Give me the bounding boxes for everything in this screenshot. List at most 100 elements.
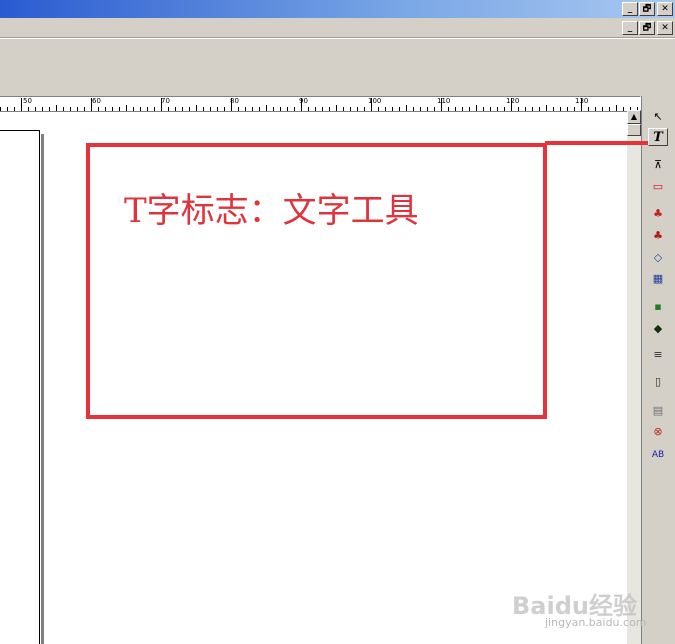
ruler-tick — [154, 107, 155, 111]
ruler-tick — [525, 107, 526, 111]
ruler-tick — [217, 107, 218, 111]
ruler-tick — [434, 107, 435, 111]
ruler-tick — [252, 107, 253, 111]
ruler-tick — [308, 107, 309, 111]
ruler-tick — [483, 107, 484, 111]
ruler-label: 100 — [368, 97, 382, 105]
ruler-tick — [49, 107, 50, 111]
ruler-tick — [567, 107, 568, 111]
ruler-tick — [588, 107, 589, 111]
ruler-tick — [42, 107, 43, 111]
page-shadow — [41, 134, 44, 644]
ruler-tick — [560, 107, 561, 111]
ruler-tick — [350, 107, 351, 111]
color-grid-icon[interactable]: ▪ — [648, 298, 668, 316]
watermark-url: jingyan.baidu.com — [545, 616, 647, 629]
table-tool-icon[interactable]: ▦ — [648, 270, 668, 288]
scroll-up-button[interactable]: ▲ — [627, 110, 641, 124]
ruler-tick — [287, 107, 288, 111]
fruit-tool-icon-2[interactable]: ♣ — [648, 227, 668, 245]
ruler-tick — [546, 105, 547, 111]
ruler-tick — [574, 107, 575, 111]
minimize-button[interactable]: _ — [622, 2, 638, 16]
ruler-tick — [126, 105, 127, 111]
ruler-tick — [210, 107, 211, 111]
vertical-scrollbar[interactable] — [627, 110, 641, 644]
fill-tool-icon[interactable]: ◆ — [648, 320, 668, 338]
doc-restore-button[interactable]: 🗗 — [639, 21, 655, 35]
pointer-tool-icon[interactable]: ↖ — [648, 108, 668, 126]
scroll-thumb[interactable] — [627, 124, 641, 136]
ruler-tick — [133, 107, 134, 111]
ruler-tick — [259, 107, 260, 111]
ruler-tick — [595, 107, 596, 111]
ruler-tick — [140, 107, 141, 111]
ruler-tick — [497, 107, 498, 111]
ruler-tick — [476, 105, 477, 111]
frame-tool-icon[interactable]: ▭ — [648, 178, 668, 196]
crop-tool-icon[interactable]: ⊼ — [648, 156, 668, 174]
restore-button[interactable]: 🗗 — [639, 2, 655, 16]
ruler-tick — [378, 107, 379, 111]
ruler-tick — [553, 107, 554, 111]
ruler-label: 120 — [506, 97, 520, 105]
ruler-tick — [364, 107, 365, 111]
ruler-tick — [280, 107, 281, 111]
ruler-tick — [77, 107, 78, 111]
ruler-tick — [224, 107, 225, 111]
ruler-tick — [70, 107, 71, 111]
ruler-tick — [609, 107, 610, 111]
ruler-tick — [98, 107, 99, 111]
ruler-tick — [420, 107, 421, 111]
ruler-tick — [539, 107, 540, 111]
link-tool-icon[interactable]: ⊗ — [648, 423, 668, 441]
fruit-tool-icon-1[interactable]: ♣ — [648, 205, 668, 223]
annotation-caption: T字标志：文字工具 — [124, 191, 419, 231]
ruler-tick — [357, 107, 358, 111]
page-edge — [0, 130, 40, 644]
text-tool-icon[interactable]: T — [648, 128, 668, 146]
ruler-label: 50 — [23, 97, 32, 105]
highlight-connector-line — [545, 141, 648, 145]
ruler-tick — [175, 107, 176, 111]
shapes-tool-icon[interactable]: ◇ — [648, 249, 668, 267]
ruler-tick — [105, 107, 106, 111]
ruler-tick — [399, 107, 400, 111]
ruler-tick — [315, 107, 316, 111]
ruler-tick — [63, 107, 64, 111]
ruler-tick — [343, 107, 344, 111]
doc-minimize-button[interactable]: _ — [622, 21, 638, 35]
ruler-tick — [147, 107, 148, 111]
ruler-tick — [245, 107, 246, 111]
ruler-label: 130 — [575, 97, 589, 105]
ruler-tick — [238, 107, 239, 111]
ruler-tick — [182, 107, 183, 111]
ruler-tick — [462, 107, 463, 111]
ruler-tick — [448, 107, 449, 111]
ruler-tick — [119, 107, 120, 111]
ruler-label: 60 — [92, 97, 101, 105]
ruler-tick — [616, 105, 617, 111]
ruler-label: 90 — [299, 97, 308, 105]
paragraph-tool-icon[interactable]: ≡ — [648, 346, 668, 364]
ruler-tick — [490, 107, 491, 111]
ruler-tick — [84, 107, 85, 111]
ruler-tick — [455, 107, 456, 111]
ruler-tick — [518, 107, 519, 111]
ruler-tick — [189, 107, 190, 111]
ruler-label: 80 — [230, 97, 239, 105]
ab-tool-icon[interactable]: AB — [648, 446, 668, 464]
horizontal-ruler[interactable]: 50607080901001101201301 — [0, 96, 640, 112]
ruler-tick — [322, 107, 323, 111]
ruler-tick — [469, 107, 470, 111]
page-tool-icon[interactable]: ▯ — [648, 373, 668, 391]
ruler-tick — [266, 105, 267, 111]
ruler-tick — [196, 105, 197, 111]
ruler-tick — [168, 107, 169, 111]
ruler-tick — [329, 107, 330, 111]
layer-tool-icon[interactable]: ▤ — [648, 402, 668, 420]
doc-close-button[interactable]: ✕ — [657, 21, 673, 35]
close-button[interactable]: ✕ — [657, 2, 673, 16]
ruler-tick — [385, 107, 386, 111]
ruler-tick — [602, 107, 603, 111]
